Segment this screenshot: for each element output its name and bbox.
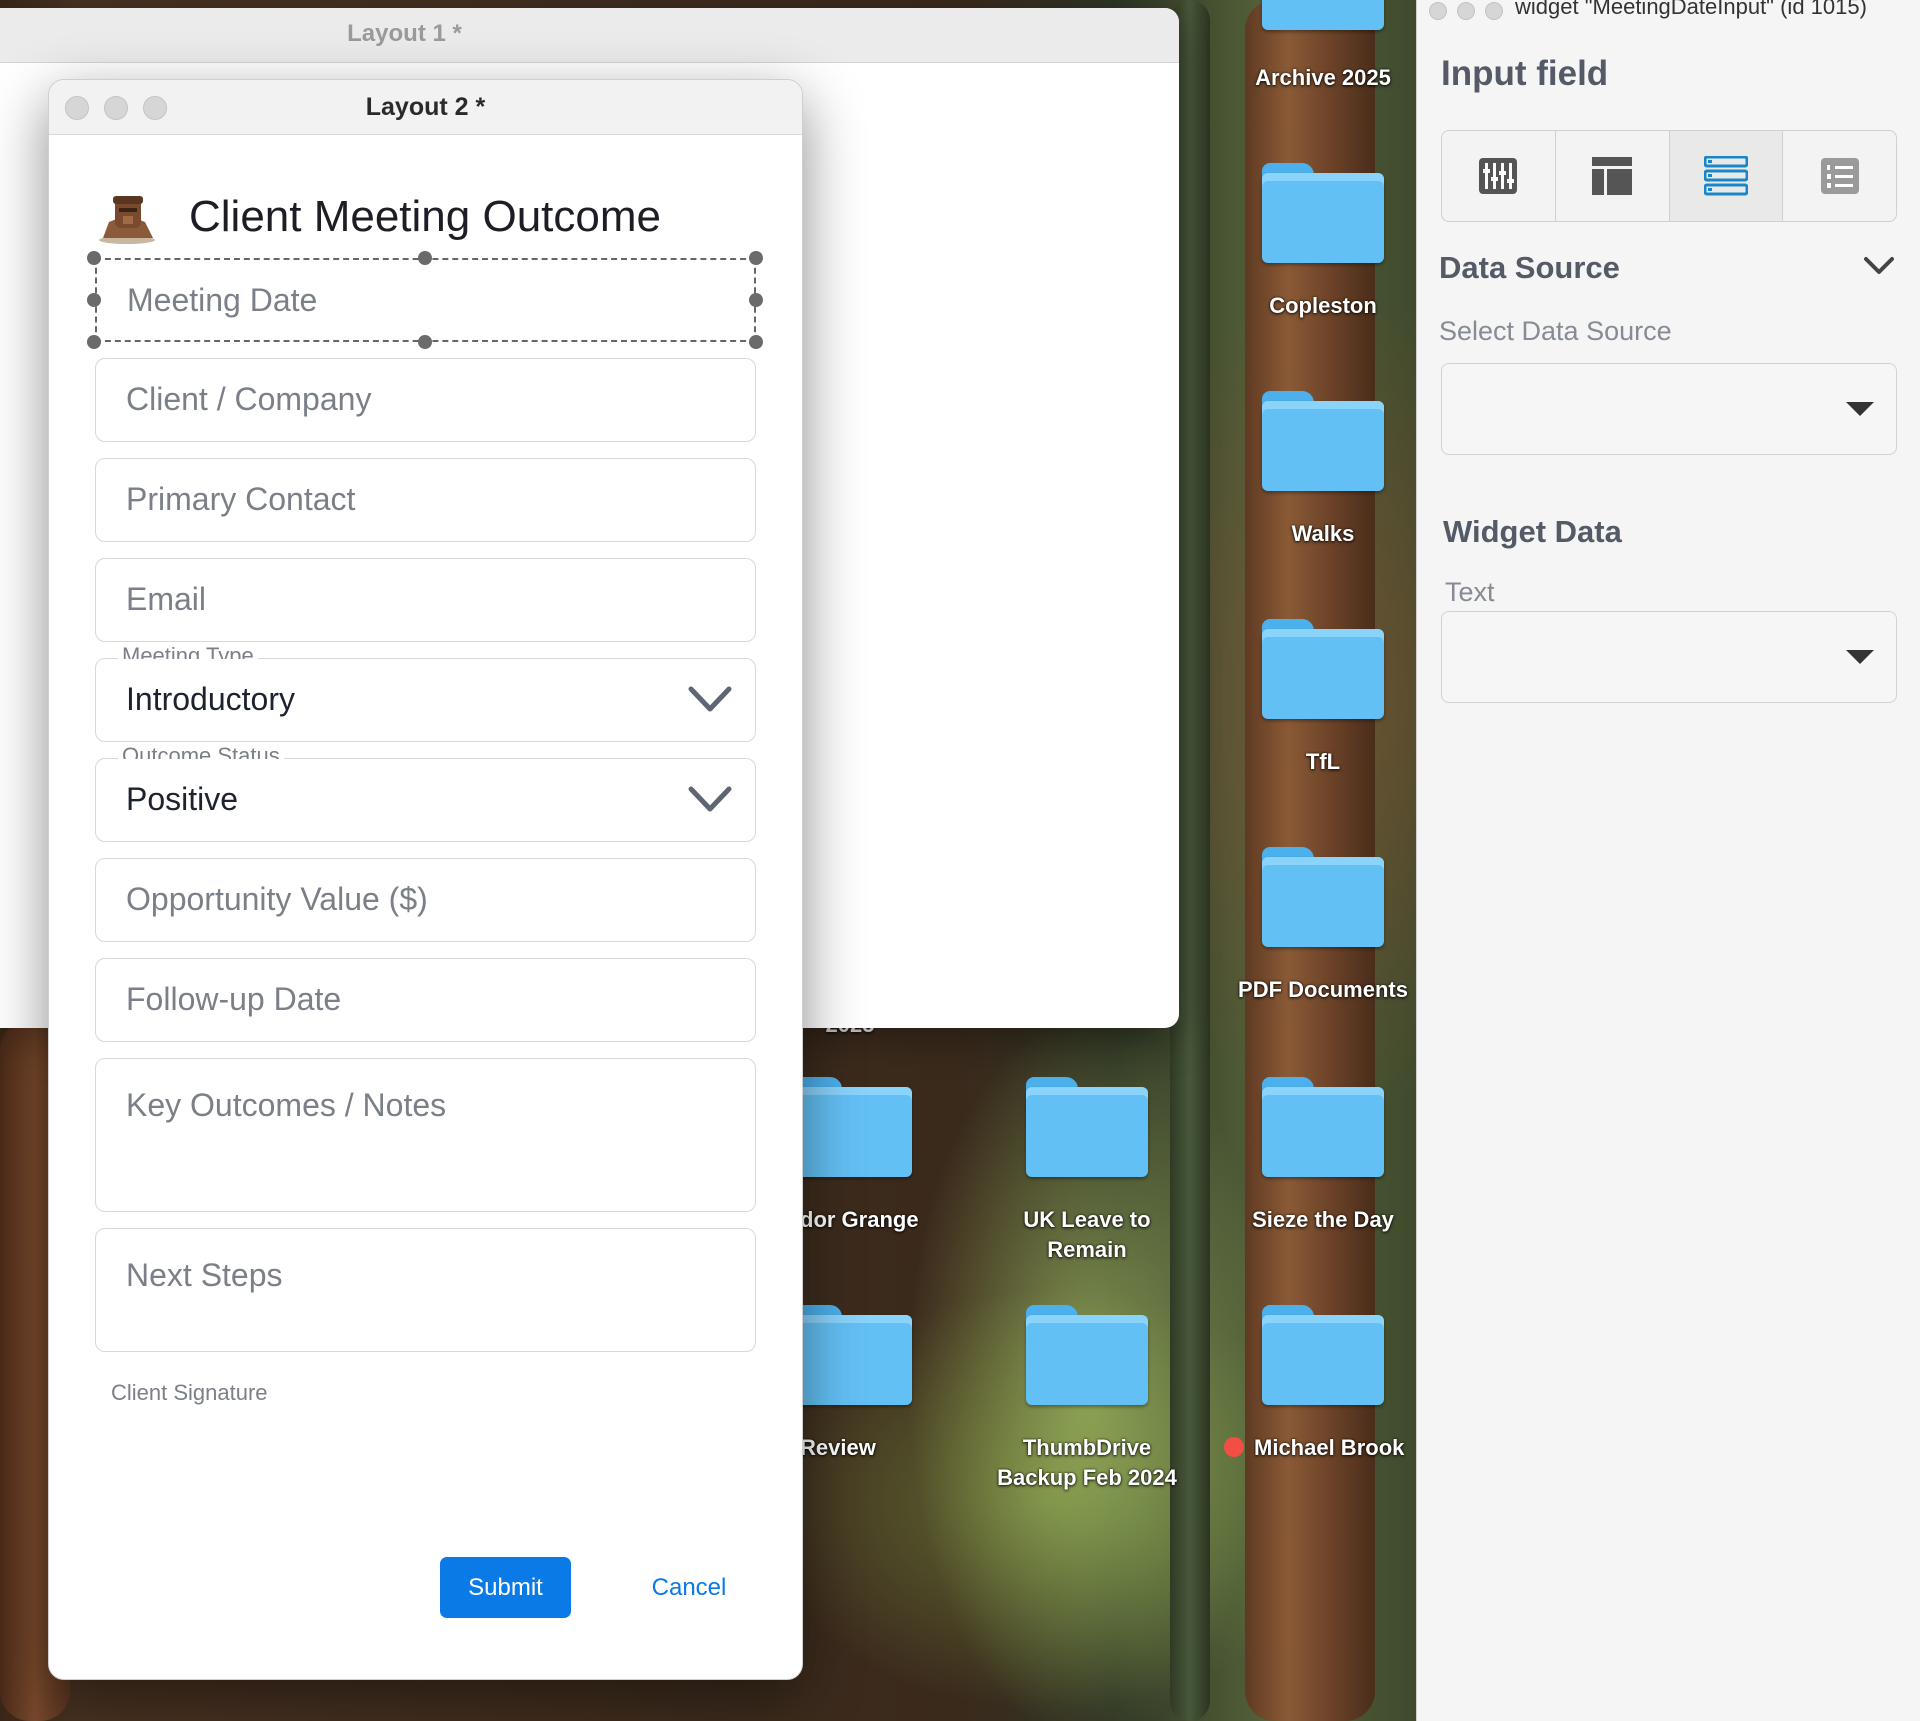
resize-handle[interactable]	[87, 293, 101, 307]
folder-icon[interactable]	[1262, 847, 1384, 947]
selected-value: Introductory	[126, 681, 295, 717]
red-tag-icon	[1224, 1437, 1244, 1457]
folder-icon[interactable]	[1262, 619, 1384, 719]
placeholder: Primary Contact	[126, 481, 356, 517]
minimize-button[interactable]	[104, 96, 128, 120]
meeting-type-select[interactable]: Meeting Type Introductory	[95, 645, 756, 742]
minimize-button[interactable]	[1457, 2, 1475, 20]
window-title: Layout 2 *	[365, 93, 486, 121]
folder-label[interactable]: dor Grange	[800, 1205, 940, 1235]
client-company-input[interactable]: Client / Company	[95, 358, 756, 442]
zoom-button[interactable]	[143, 96, 167, 120]
key-outcomes-textarea[interactable]: Key Outcomes / Notes	[95, 1058, 756, 1212]
folder-icon[interactable]	[1262, 391, 1384, 491]
layout-template-icon[interactable]	[1556, 131, 1670, 221]
meeting-date-input[interactable]: Meeting Date	[95, 258, 756, 342]
resize-handle[interactable]	[87, 251, 101, 265]
folder-icon[interactable]	[1026, 1305, 1148, 1405]
placeholder: Follow-up Date	[126, 981, 342, 1017]
window-title: widget "MeetingDateInput" (id 1015)	[1515, 0, 1867, 19]
placeholder: Key Outcomes / Notes	[126, 1087, 447, 1123]
text-label: Text	[1445, 577, 1495, 607]
close-button[interactable]	[65, 96, 89, 120]
field-legend: Meeting Type	[118, 645, 258, 659]
cancel-button[interactable]: Cancel	[624, 1557, 754, 1618]
resize-handle[interactable]	[418, 335, 432, 349]
grid-columns-icon[interactable]	[1442, 131, 1556, 221]
folder-label[interactable]: TfL	[1225, 747, 1421, 777]
placeholder: Email	[126, 581, 207, 617]
placeholder: Client / Company	[126, 381, 372, 417]
placeholder: Opportunity Value ($)	[126, 881, 428, 917]
resize-handle[interactable]	[749, 293, 763, 307]
primary-contact-input[interactable]: Primary Contact	[95, 458, 756, 542]
submit-button[interactable]: Submit	[440, 1557, 571, 1618]
field-legend: Outcome Status	[118, 745, 284, 759]
chevron-down-icon[interactable]	[687, 779, 733, 819]
window-controls[interactable]	[1429, 2, 1503, 20]
layout-2-window: Layout 2 * Client Meeting Outcome Meetin…	[48, 79, 803, 1680]
window-controls[interactable]	[65, 96, 167, 120]
panel-heading: Input field	[1441, 54, 1609, 93]
folder-icon[interactable]	[1262, 0, 1384, 30]
placeholder: Meeting Date	[127, 282, 318, 318]
selected-value: Positive	[126, 781, 239, 817]
folder-label[interactable]: PDF Documents	[1220, 975, 1426, 1005]
folder-label[interactable]: UK Leave to Remain	[989, 1205, 1185, 1264]
folder-label[interactable]: ThumbDrive Backup Feb 2024	[974, 1433, 1200, 1492]
opportunity-value-input[interactable]: Opportunity Value ($)	[95, 858, 756, 942]
data-source-select[interactable]	[1441, 363, 1897, 455]
form-title: Client Meeting Outcome	[189, 192, 661, 241]
folder-icon[interactable]	[790, 1305, 912, 1405]
titlebar: widget "MeetingDateInput" (id 1015)	[1417, 0, 1920, 24]
outcome-status-select[interactable]: Outcome Status Positive	[95, 745, 756, 842]
resize-handle[interactable]	[418, 251, 432, 265]
resize-handle[interactable]	[87, 335, 101, 349]
email-input[interactable]: Email	[95, 558, 756, 642]
folder-label[interactable]: Archive 2025	[1225, 63, 1421, 93]
chevron-down-icon[interactable]	[1863, 254, 1895, 278]
folder-label[interactable]: Copleston	[1225, 291, 1421, 321]
folder-icon[interactable]	[1262, 1077, 1384, 1177]
numbered-list-icon[interactable]	[1783, 131, 1896, 221]
chevron-down-icon[interactable]	[687, 679, 733, 719]
folder-icon[interactable]	[1026, 1077, 1148, 1177]
data-source-heading[interactable]: Data Source	[1439, 250, 1620, 286]
folder-label[interactable]: Sieze the Day	[1225, 1205, 1421, 1235]
moai-logo-icon	[99, 196, 155, 244]
placeholder: Next Steps	[126, 1257, 283, 1293]
resize-handle[interactable]	[749, 251, 763, 265]
folder-icon[interactable]	[790, 1077, 912, 1177]
folder-label[interactable]: Walks	[1225, 519, 1421, 549]
dropdown-arrow-icon[interactable]	[1846, 402, 1874, 416]
text-select[interactable]	[1441, 611, 1897, 703]
close-button[interactable]	[1429, 2, 1447, 20]
data-source-label: Select Data Source	[1439, 316, 1672, 346]
rows-list-icon[interactable]	[1669, 131, 1784, 221]
next-steps-textarea[interactable]: Next Steps	[95, 1228, 756, 1352]
folder-icon[interactable]	[1262, 163, 1384, 263]
folder-label[interactable]: Michael Brook	[1254, 1433, 1416, 1463]
window-title: Layout 1 *	[0, 8, 1179, 63]
signature-label: Client Signature	[111, 1380, 268, 1405]
follow-up-date-input[interactable]: Follow-up Date	[95, 958, 756, 1042]
folder-icon[interactable]	[1262, 1305, 1384, 1405]
dropdown-arrow-icon[interactable]	[1846, 650, 1874, 664]
widget-data-heading: Widget Data	[1443, 514, 1622, 549]
folder-label[interactable]: Review	[800, 1433, 920, 1463]
zoom-button[interactable]	[1485, 2, 1503, 20]
inspector-panel: widget "MeetingDateInput" (id 1015) Inpu…	[1416, 0, 1920, 1721]
titlebar: Layout 2 *	[49, 80, 802, 135]
layout-segmented-control[interactable]	[1441, 130, 1897, 222]
resize-handle[interactable]	[749, 335, 763, 349]
